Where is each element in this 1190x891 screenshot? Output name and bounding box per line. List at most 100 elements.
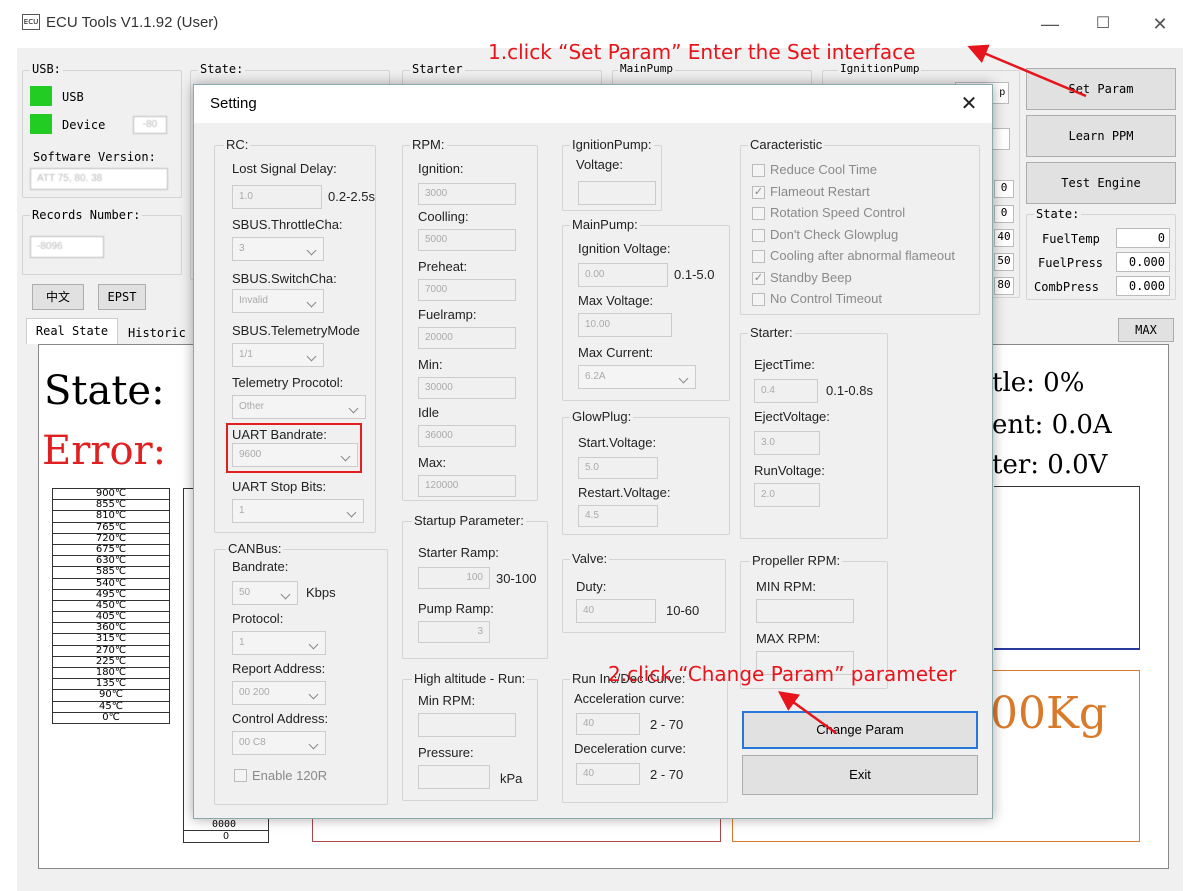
- dialog-close-button[interactable]: ✕: [954, 91, 984, 117]
- lost-signal-range: 0.2-2.5s: [328, 189, 375, 204]
- mainpump-max-voltage-label: Max Voltage:: [578, 293, 654, 308]
- mainpump-max-voltage-input[interactable]: 10.00: [578, 313, 672, 337]
- report-address-select[interactable]: 00 200: [232, 681, 326, 705]
- rpm-ignition-input[interactable]: 3000: [418, 183, 516, 205]
- current-readout: ent: 0.0A: [992, 410, 1112, 440]
- mainpump-dialog-label: MainPump:: [570, 217, 640, 232]
- temperature-row: 540℃: [52, 578, 170, 590]
- software-version-value: ATT 75, 80. 38: [30, 168, 168, 190]
- telemetry-protocol-select[interactable]: Other: [232, 395, 366, 419]
- set-param-button[interactable]: Set Param: [1026, 68, 1176, 110]
- characteristic-checkbox[interactable]: ✓: [752, 271, 765, 285]
- exit-button[interactable]: Exit: [742, 755, 978, 795]
- epst-button[interactable]: EPST: [98, 284, 146, 310]
- uart-bandrate-select[interactable]: 9600: [232, 443, 358, 467]
- mainpump-max-current-label: Max Current:: [578, 345, 654, 360]
- characteristic-label: No Control Timeout: [770, 291, 882, 306]
- mini-value-4: 80: [994, 277, 1014, 295]
- characteristic-checkbox[interactable]: [752, 250, 765, 263]
- change-param-button[interactable]: Change Param: [742, 711, 978, 749]
- learn-ppm-button[interactable]: Learn PPM: [1026, 115, 1176, 157]
- uart-stop-label: UART Stop Bits:: [232, 479, 327, 494]
- rpm-min-label: Min:: [418, 357, 443, 372]
- ignitionpump-voltage-input[interactable]: [578, 181, 656, 205]
- altitude-min-rpm-input[interactable]: [418, 713, 516, 737]
- altitude-pressure-input[interactable]: [418, 765, 490, 789]
- graph-left-frame: [312, 816, 721, 842]
- characteristic-label: Rotation Speed Control: [770, 205, 906, 220]
- usb-group-label: USB:: [30, 62, 63, 76]
- mainpump-ignition-voltage-input[interactable]: 0.00: [578, 263, 668, 287]
- characteristic-label: Standby Beep: [770, 269, 852, 285]
- run-voltage-label: RunVoltage:: [754, 463, 825, 478]
- altitude-group-label: High altitude - Run:: [412, 671, 528, 686]
- rpm-group-label: RPM:: [410, 137, 447, 152]
- setting-dialog: Setting ✕ RC: Lost Signal Delay: 1.0 0.2…: [193, 84, 993, 819]
- canbus-group-label: CANBus:: [226, 541, 284, 556]
- pump-ramp-input[interactable]: 3: [418, 621, 490, 643]
- chinese-language-button[interactable]: 中文: [32, 284, 84, 310]
- annotation-step2: 2.click “Change Param” parameter: [608, 662, 957, 686]
- glowplug-restart-label: Restart.Voltage:: [578, 485, 671, 500]
- canbus-bandrate-select[interactable]: 50: [232, 581, 298, 605]
- lost-signal-input[interactable]: 1.0: [232, 185, 322, 209]
- minimize-button[interactable]: —: [1030, 10, 1070, 38]
- enable120r-checkbox[interactable]: [234, 769, 247, 782]
- acceleration-input[interactable]: 40: [576, 713, 640, 735]
- rpm-preheat-input[interactable]: 7000: [418, 279, 516, 301]
- rc-group-label: RC:: [224, 137, 251, 152]
- characteristic-checkbox[interactable]: ✓: [752, 185, 765, 199]
- combpress-label: CombPress: [1034, 280, 1100, 294]
- characteristic-checkbox[interactable]: [752, 164, 765, 177]
- uart-stop-select[interactable]: 1: [232, 499, 364, 523]
- control-address-select[interactable]: 00 C8: [232, 731, 326, 755]
- device-value: -80: [133, 116, 167, 134]
- starter-dialog-label: Starter:: [748, 325, 795, 340]
- maximize-button[interactable]: ☐: [1083, 10, 1123, 38]
- mini-field-2: [990, 128, 1010, 150]
- close-window-button[interactable]: ✕: [1140, 10, 1180, 38]
- temperature-scale: 900℃ 855℃ 810℃ 765℃ 720℃ 675℃ 630℃ 585℃ 540℃ 495℃…: [52, 488, 170, 724]
- device-label: Device: [62, 118, 106, 132]
- sbus-throttle-select[interactable]: 3: [232, 237, 324, 261]
- characteristic-label: Flameout Restart: [770, 183, 870, 199]
- control-address-label: Control Address:: [232, 711, 329, 726]
- startup-group-label: Startup Parameter:: [412, 513, 526, 528]
- eject-time-input[interactable]: 0.4: [754, 379, 818, 403]
- characteristic-checkbox[interactable]: [752, 207, 765, 220]
- tab-historic[interactable]: Historic r: [122, 322, 202, 344]
- propeller-min-rpm-input[interactable]: [756, 599, 854, 623]
- glowplug-restart-input[interactable]: 4.5: [578, 505, 658, 527]
- canbus-protocol-select[interactable]: 1: [232, 631, 326, 655]
- eject-time-label: EjectTime:: [754, 357, 815, 372]
- starter-group-label: Starter: [410, 62, 465, 76]
- valve-group-label: Valve:: [570, 551, 610, 566]
- deceleration-input[interactable]: 40: [576, 763, 640, 785]
- device-indicator: [30, 114, 52, 134]
- state-group-label: State:: [198, 62, 246, 76]
- canbus-protocol-label: Protocol:: [232, 611, 284, 626]
- rpm-max-input[interactable]: 120000: [418, 475, 516, 497]
- enable120r-label: Enable 120R: [252, 768, 328, 783]
- records-label: Records Number:: [30, 208, 143, 222]
- rpm-idle-input[interactable]: 36000: [418, 425, 516, 447]
- sbus-switch-select[interactable]: Invalid: [232, 289, 324, 313]
- characteristic-checkbox[interactable]: [752, 293, 765, 306]
- valve-duty-input[interactable]: 40: [576, 599, 656, 623]
- characteristic-checkbox[interactable]: [752, 228, 765, 242]
- glowplug-start-input[interactable]: 5.0: [578, 457, 658, 479]
- eject-voltage-input[interactable]: 3.0: [754, 431, 820, 455]
- tab-real-state[interactable]: Real State: [26, 318, 118, 344]
- run-voltage-input[interactable]: 2.0: [754, 483, 820, 507]
- max-button[interactable]: MAX: [1118, 318, 1174, 342]
- starter-ramp-input[interactable]: 100: [418, 567, 490, 589]
- test-engine-button[interactable]: Test Engine: [1026, 162, 1176, 204]
- telemetry-protocol-label: Telemetry Procotol:: [232, 375, 344, 390]
- sbus-telemetry-select[interactable]: 1/1: [232, 343, 324, 367]
- rpm-fuelramp-input[interactable]: 20000: [418, 327, 516, 349]
- mainpump-max-current-select[interactable]: 6.2A: [578, 365, 696, 389]
- mainpump-ignition-voltage-range: 0.1-5.0: [674, 267, 715, 282]
- rpm-min-input[interactable]: 30000: [418, 377, 516, 399]
- rpm-coolling-input[interactable]: 5000: [418, 229, 516, 251]
- dialog-title: Setting: [210, 95, 257, 112]
